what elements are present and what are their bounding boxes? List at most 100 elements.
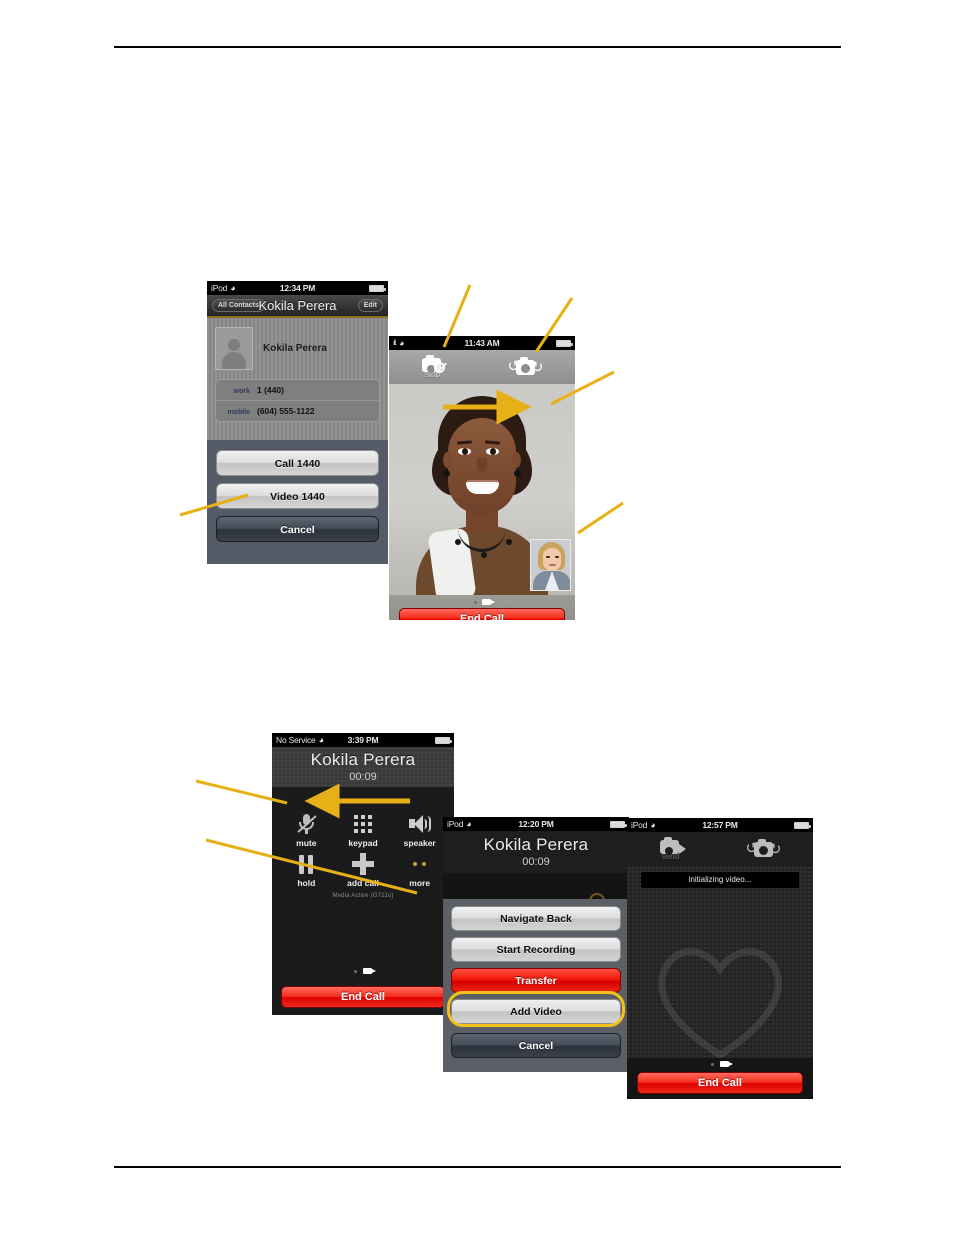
page-header-rule [114,46,841,48]
status-time: 11:43 AM [464,338,500,348]
status-bar: iPod ◕ 12:20 PM [443,817,629,831]
mute-microphone-icon [297,813,317,835]
contact-name: Kokila Perera [263,343,327,354]
callee-name: Kokila Perera [310,750,416,769]
self-view-thumbnail[interactable] [530,539,571,591]
remote-party-image [416,396,548,595]
page-indicator[interactable] [389,599,575,605]
keypad-label: keypad [348,838,378,848]
start-recording-button[interactable]: Start Recording [451,937,621,962]
end-call-button[interactable]: End Call [281,986,445,1008]
video-control-bar: send ↺ ↻ [627,832,813,866]
call-header: Kokila Perera 00:09 [443,831,629,873]
keypad-button[interactable]: keypad [335,813,392,848]
status-battery-group [369,284,386,292]
person-placeholder-icon [221,337,247,369]
status-battery-group [794,821,811,829]
page-dot [711,1062,714,1066]
cancel-button[interactable]: Cancel [451,1033,621,1058]
camera-stop-icon [421,355,445,373]
status-time: 12:34 PM [279,283,316,293]
phone-screenshot-contact-card: iPod ◕ 12:34 PM All Contacts Kokila Pere… [207,281,388,564]
transfer-button[interactable]: Transfer [451,968,621,993]
contact-fields: work 1 (440) mobile (604) 555-1122 [215,379,380,422]
page-title: Kokila Perera [258,298,337,313]
navigation-bar: All Contacts Kokila Perera Edit [207,295,388,318]
status-time: 12:20 PM [518,819,554,829]
watermark-graphic [627,918,813,1072]
battery-icon [435,736,452,744]
video-camera-icon [720,1061,733,1067]
contact-field-row[interactable]: work 1 (440) [216,380,379,400]
more-action-sheet: Navigate Back Start Recording Transfer A… [443,899,629,1072]
call-footer: End Call [272,979,454,1015]
more-button[interactable]: more [391,853,448,888]
more-label: more [409,878,431,888]
speaker-label: speaker [403,838,436,848]
add-call-button[interactable]: add call [335,853,392,888]
end-call-button[interactable]: End Call [637,1072,803,1094]
video-1440-button[interactable]: Video 1440 [216,483,379,509]
hold-pause-icon [299,853,314,875]
camera-send-icon [659,837,686,855]
speaker-icon [408,813,431,835]
swap-camera-button[interactable]: ↺ ↻ [507,356,544,377]
field-value: (604) 555-1122 [257,406,315,416]
page-indicator[interactable] [272,968,454,974]
video-camera-icon [481,599,495,605]
call-footer: End Call [389,595,575,620]
phone-screenshot-call-action-sheet: iPod ◕ 12:20 PM Kokila Perera 00:09 Navi… [443,817,629,1072]
status-bar: No Service ◕ 3:39 PM [272,733,454,747]
phone-screenshot-in-call: No Service ◕ 3:39 PM Kokila Perera 00:09… [272,733,454,1015]
cancel-button[interactable]: Cancel [216,516,379,542]
swap-camera-button[interactable]: ↺ ↻ [745,838,782,859]
page-indicator[interactable] [627,1061,813,1067]
status-battery-group [556,339,573,347]
video-camera-icon [363,968,376,974]
avatar [215,327,253,370]
phone-screenshot-initializing-video: iPod ◕ 12:57 PM send ↺ ↻ initializing vi… [627,818,813,1099]
callee-name: Kokila Perera [483,835,589,854]
status-time: 3:39 PM [347,735,379,745]
status-time: 12:57 PM [702,820,738,830]
battery-icon [794,821,811,829]
keypad-icon [353,813,372,835]
media-status-label: Media Active (G711u) [332,893,394,899]
mute-button[interactable]: mute [278,813,335,848]
stop-video-button[interactable]: stop [421,355,445,379]
status-bar: ıll. ◕ 11:43 AM [389,336,575,350]
call-footer: End Call [627,1058,813,1099]
end-call-button[interactable]: End Call [399,608,565,620]
call-1440-button[interactable]: Call 1440 [216,450,379,476]
video-control-bar: stop ↺ ↻ [389,350,575,384]
remote-video-view[interactable] [389,384,575,595]
status-bar: iPod ◕ 12:57 PM [627,818,813,832]
mute-label: mute [296,838,317,848]
page-dot [473,600,477,604]
contact-field-row[interactable]: mobile (604) 555-1122 [216,400,379,421]
call-header: Kokila Perera 00:09 [272,747,454,787]
add-video-button[interactable]: Add Video [451,999,621,1024]
call-controls-grid: mute keypad speaker hold add call more [272,787,454,888]
battery-icon [610,820,627,828]
camera-swap-icon: ↺ ↻ [507,356,544,376]
page-footer-rule [114,1166,841,1168]
speaker-button[interactable]: speaker [391,813,448,848]
initializing-video-toast: initializing video... [641,872,799,888]
call-duration: 00:09 [349,771,377,783]
hold-button[interactable]: hold [278,853,335,888]
navigate-back-button[interactable]: Navigate Back [451,906,621,931]
contact-action-sheet: Call 1440 Video 1440 Cancel [207,440,388,551]
more-dots-icon [413,853,427,875]
send-video-button[interactable]: send [659,837,686,861]
camera-swap-icon: ↺ ↻ [745,838,782,858]
hold-label: hold [297,878,316,888]
call-duration: 00:09 [522,856,550,868]
battery-icon [369,284,386,292]
battery-icon [556,339,573,347]
status-bar: iPod ◕ 12:34 PM [207,281,388,295]
field-label: work [233,388,250,395]
contact-card: Kokila Perera work 1 (440) mobile (604) … [207,318,388,440]
callout-self-view [577,501,624,535]
field-label: mobile [227,409,250,416]
